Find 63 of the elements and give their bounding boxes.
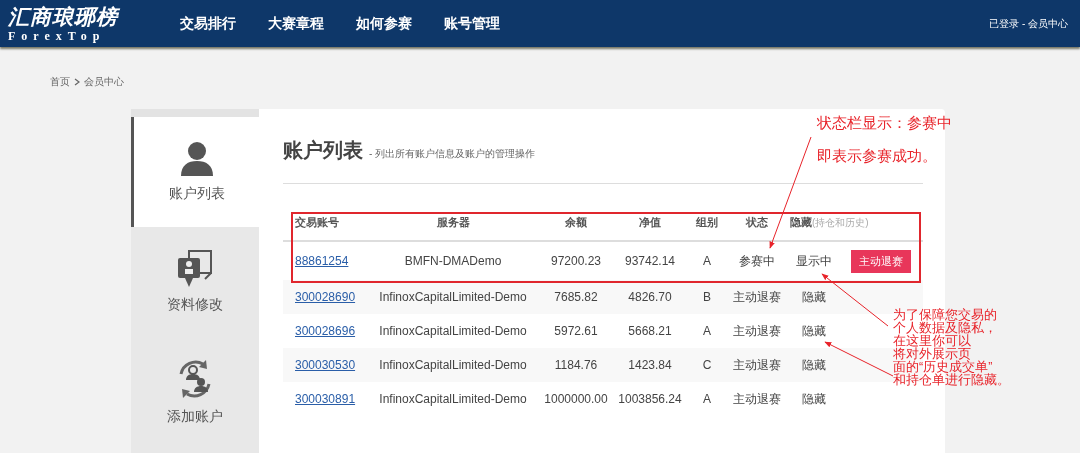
table-cell: 1000000.00: [544, 392, 608, 406]
breadcrumb-separator-icon: [74, 78, 80, 86]
table-cell: InfinoxCapitalLimited-Demo: [379, 392, 527, 406]
person-icon: [179, 141, 214, 177]
table-cell: A: [703, 324, 711, 338]
nav-link[interactable]: 大赛章程: [268, 14, 324, 33]
column-header: 组别: [696, 215, 718, 228]
table-cell: 主动退赛: [733, 289, 781, 304]
logo-title[interactable]: 汇商琅琊榜: [8, 4, 180, 29]
table-cell: 1003856.24: [618, 392, 682, 406]
logo-subtitle[interactable]: ForexTop: [8, 28, 180, 43]
column-header: 交易账号: [295, 215, 339, 228]
table-cell: 隐藏: [802, 289, 826, 304]
breadcrumb-link[interactable]: 首页: [50, 75, 70, 89]
table-cell: 7685.82: [554, 290, 598, 304]
table-cell: 1423.84: [628, 358, 672, 372]
account-link[interactable]: 300030891: [295, 392, 356, 406]
table-cell: 93742.14: [624, 254, 676, 268]
table-cell: BMFN-DMADemo: [404, 254, 502, 268]
table-cell: B: [703, 290, 711, 304]
nav-link[interactable]: 交易排行: [180, 14, 236, 33]
annotation-arrow: [824, 341, 894, 377]
column-header: 隐藏: [790, 215, 812, 228]
column-header: 状态: [746, 215, 768, 228]
annotation-note: 即表示参赛成功。: [817, 147, 937, 166]
page-subtitle: - 列出所有账户信息及账户的管理操作: [369, 147, 536, 161]
table-cell: 隐藏: [802, 323, 826, 338]
page-title: 账户列表: [283, 138, 363, 163]
table-cell: 隐藏: [802, 391, 826, 406]
table-cell: 参赛中: [739, 253, 775, 268]
table-cell: 隐藏: [802, 357, 826, 372]
table-cell: InfinoxCapitalLimited-Demo: [379, 290, 527, 304]
table-cell: 4826.70: [628, 290, 672, 304]
member-center-link[interactable]: 已登录 - 会员中心: [989, 16, 1068, 31]
annotation-note: 状态栏显示：参赛中: [817, 114, 952, 133]
column-header: 余额: [565, 215, 587, 228]
column-note: (持仓和历史): [812, 216, 869, 228]
breadcrumb-link[interactable]: 会员中心: [84, 75, 124, 89]
sidebar-item[interactable]: 添加账户: [131, 337, 259, 447]
table-cell: 主动退赛: [733, 357, 781, 372]
column-header: 服务器: [436, 215, 470, 228]
sidebar-item[interactable]: 账户列表: [131, 117, 259, 227]
table-cell: 主动退赛: [733, 323, 781, 338]
table-cell: 显示中: [796, 253, 832, 268]
sidebar-item[interactable]: 资料修改: [131, 227, 259, 337]
account-link[interactable]: 88861254: [295, 254, 349, 268]
table-cell: 5668.21: [628, 324, 672, 338]
table-cell: A: [703, 254, 711, 268]
nav-link[interactable]: 如何参赛: [356, 14, 412, 33]
table-cell: 主动退赛: [733, 391, 781, 406]
account-link[interactable]: 300028696: [295, 324, 356, 338]
table-cell: 1184.76: [554, 358, 598, 372]
withdraw-button[interactable]: 主动退赛: [851, 249, 911, 273]
column-header: 净值: [639, 215, 661, 228]
table-cell: InfinoxCapitalLimited-Demo: [379, 358, 527, 372]
nav-link[interactable]: 账号管理: [444, 14, 500, 33]
table-cell: A: [703, 392, 711, 406]
table-cell: InfinoxCapitalLimited-Demo: [379, 324, 527, 338]
annotation-note: 为了保障您交易的 个人数据及隐私， 在这里你可以 将对外展示页 面的“历史成交单” 和持仓单进行隐藏。: [893, 309, 1010, 387]
profile-card-icon: [177, 250, 213, 288]
table-cell: 97200.23: [550, 254, 602, 268]
table-cell: 5972.61: [554, 324, 598, 338]
table-cell: C: [702, 358, 712, 372]
